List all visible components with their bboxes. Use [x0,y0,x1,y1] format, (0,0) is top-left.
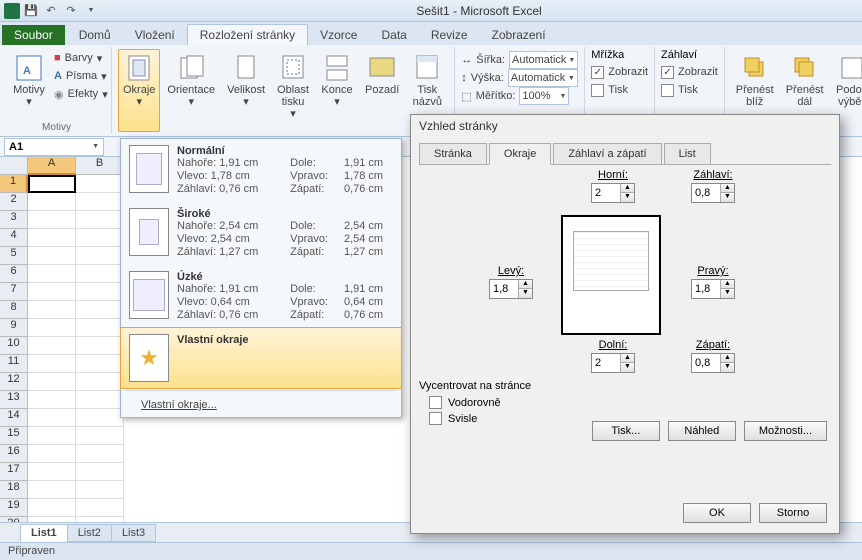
background-button[interactable]: Pozadí [360,49,404,132]
cell-a1[interactable] [28,175,76,193]
tab-formulas[interactable]: Vzorce [308,25,369,45]
headings-view-checkbox[interactable]: ✓Zobrazit [661,63,718,81]
tab-page-layout[interactable]: Rozložení stránky [187,24,308,45]
margins-button[interactable]: Okraje▾ [118,49,160,132]
undo-icon[interactable]: ↶ [42,2,60,20]
options-button[interactable]: Možnosti... [744,421,827,441]
print-area-button[interactable]: Oblast tisku▾ [272,49,314,132]
margin-option-narrow[interactable]: Úzké Nahoře: 1,91 cmDole:1,91 cm Vlevo: … [121,265,401,328]
margin-option-custom[interactable]: ★ Vlastní okraje [120,327,402,389]
name-box[interactable]: A1▼ [4,138,104,156]
titlebar: 💾 ↶ ↷ ▼ Sešit1 - Microsoft Excel [0,0,862,22]
dialog-tab-okraje[interactable]: Okraje [489,143,551,165]
breaks-button[interactable]: Konce▾ [316,49,358,132]
print-button[interactable]: Tisk... [592,421,660,441]
colors-button[interactable]: ■Barvy ▾ [54,49,108,67]
tab-file[interactable]: Soubor [2,25,65,45]
tab-data[interactable]: Data [369,25,418,45]
margins-dropdown-menu: Normální Nahoře: 1,91 cmDole:1,91 cm Vle… [120,138,402,418]
height-icon: ↕ [461,72,467,84]
scale-combo[interactable]: 100%▼ [519,87,569,105]
gridlines-print-checkbox[interactable]: Tisk [591,81,648,99]
fonts-button[interactable]: APísma ▾ [54,67,108,85]
cancel-button[interactable]: Storno [759,503,827,523]
center-vertical-checkbox[interactable]: Svisle [429,412,531,425]
svg-text:A: A [23,65,31,77]
page-preview [561,215,661,335]
top-margin-spinner[interactable]: ▲▼ [591,183,635,203]
right-margin-spinner[interactable]: ▲▼ [691,279,735,299]
ribbon-tabs: Soubor Domů Vložení Rozložení stránky Vz… [0,22,862,45]
tab-home[interactable]: Domů [67,25,123,45]
custom-margins-link[interactable]: Vlastní okraje... [121,393,401,417]
col-header-a[interactable]: A [28,157,76,175]
dialog-tab-list[interactable]: List [664,143,711,165]
margin-option-normal[interactable]: Normální Nahoře: 1,91 cmDole:1,91 cm Vle… [121,139,401,202]
sheet-tab-list2[interactable]: List2 [67,524,112,542]
dialog-title: Vzhled stránky [411,115,839,139]
footer-margin-spinner[interactable]: ▲▼ [691,353,735,373]
redo-icon[interactable]: ↷ [62,2,80,20]
header-margin-spinner[interactable]: ▲▼ [691,183,735,203]
width-icon: ↔ [461,54,472,66]
row-header-1[interactable]: 1 [0,175,28,193]
sheet-tab-list3[interactable]: List3 [111,524,156,542]
qat-dropdown-icon[interactable]: ▼ [82,2,100,20]
star-icon: ★ [139,345,159,371]
window-title: Sešit1 - Microsoft Excel [100,4,858,18]
dialog-tab-stranka[interactable]: Stránka [419,143,487,165]
left-margin-spinner[interactable]: ▲▼ [489,279,533,299]
select-all-corner[interactable] [0,157,28,175]
col-header-b[interactable]: B [76,157,124,175]
page-setup-dialog: Vzhled stránky Stránka Okraje Záhlaví a … [410,114,840,534]
headings-print-checkbox[interactable]: Tisk [661,81,718,99]
ok-button[interactable]: OK [683,503,751,523]
save-icon[interactable]: 💾 [22,2,40,20]
scale-icon: ⬚ [461,90,471,103]
height-combo[interactable]: Automatick▼ [508,69,578,87]
orientation-button[interactable]: Orientace▾ [162,49,220,132]
tab-insert[interactable]: Vložení [123,25,187,45]
effects-button[interactable]: ◉Efekty ▾ [54,85,108,103]
tab-review[interactable]: Revize [419,25,480,45]
themes-button[interactable]: A Motivy▾ [8,49,50,111]
dialog-tab-zahlavi[interactable]: Záhlaví a zápatí [553,143,661,165]
gridlines-view-checkbox[interactable]: ✓Zobrazit [591,63,648,81]
width-combo[interactable]: Automatick▼ [509,51,578,69]
bottom-margin-spinner[interactable]: ▲▼ [591,353,635,373]
sheet-tab-list1[interactable]: List1 [20,524,68,542]
status-bar: Připraven [0,542,862,560]
excel-icon [4,3,20,19]
tab-view[interactable]: Zobrazení [480,25,558,45]
size-button[interactable]: Velikost▾ [222,49,270,132]
center-horizontal-checkbox[interactable]: Vodorovně [429,396,531,409]
preview-button[interactable]: Náhled [668,421,736,441]
margin-option-wide[interactable]: Široké Nahoře: 2,54 cmDole:2,54 cm Vlevo… [121,202,401,265]
